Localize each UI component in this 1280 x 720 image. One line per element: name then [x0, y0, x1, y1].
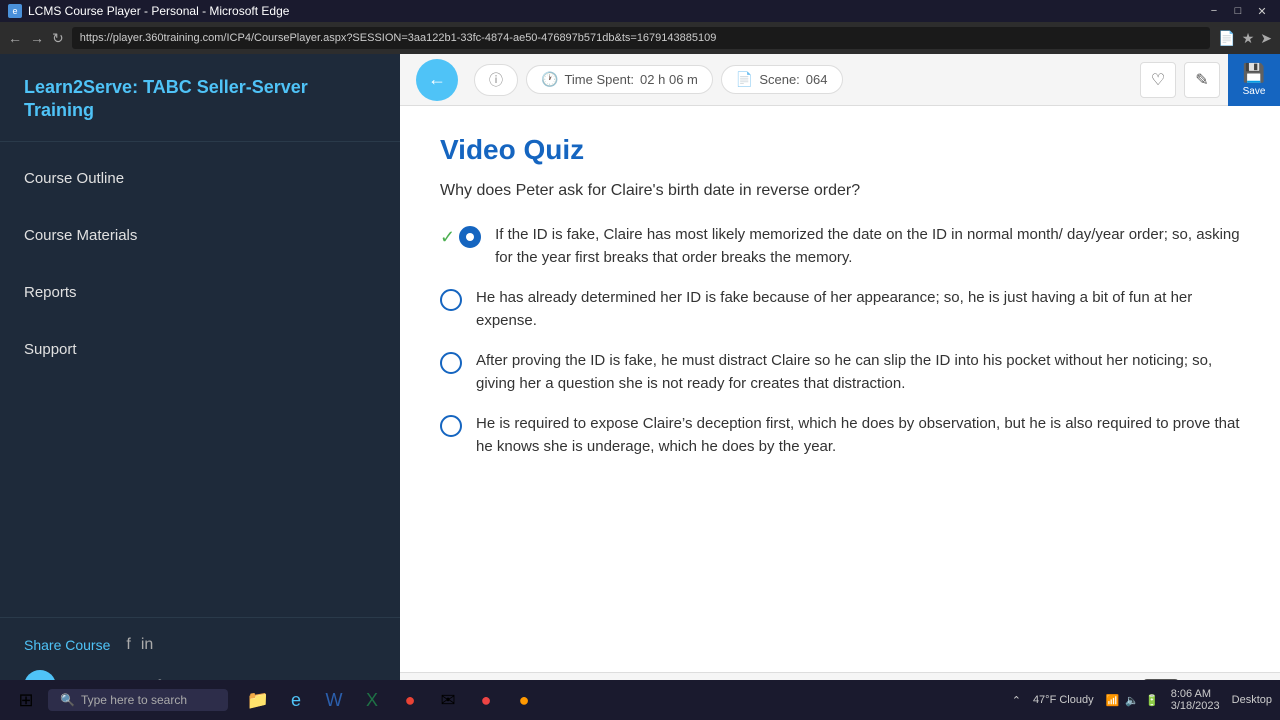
address-bar: ← → ↻ 📄 ★ ➤ — [0, 22, 1280, 54]
sidebar: Learn2Serve: TABC Seller-Server Training… — [0, 54, 400, 720]
quiz-content: Video Quiz Why does Peter ask for Claire… — [400, 106, 1280, 672]
facebook-icon[interactable]: f — [126, 636, 130, 654]
sidebar-item-support[interactable]: Support — [0, 321, 400, 378]
option-2-text: He has already determined her ID is fake… — [476, 287, 1240, 332]
battery-icon: 🔋 — [1145, 694, 1159, 707]
taskbar-edge[interactable]: e — [278, 682, 314, 718]
back-button[interactable]: ← — [416, 59, 458, 101]
option-4-text: He is required to expose Claire’s decept… — [476, 413, 1240, 458]
minimize-btn[interactable]: − — [1204, 4, 1224, 18]
time-spent-badge: 🕐 Time Spent: 02 h 06 m — [526, 65, 713, 94]
sidebar-item-reports[interactable]: Reports — [0, 264, 400, 321]
edit-button[interactable]: ✎ — [1184, 62, 1220, 98]
network-icon: 📶 — [1106, 694, 1120, 707]
taskbar-excel[interactable]: X — [354, 682, 390, 718]
option-3-indicators — [440, 352, 462, 374]
main-content: ← ⓘ 🕐 Time Spent: 02 h 06 m 📄 Scene: 064… — [400, 54, 1280, 720]
time-spent-value: 02 h 06 m — [640, 72, 698, 87]
app-container: Learn2Serve: TABC Seller-Server Training… — [0, 54, 1280, 720]
save-button[interactable]: 💾 Save — [1228, 54, 1280, 106]
radio-btn-3[interactable] — [440, 352, 462, 374]
bookmark-button[interactable]: ♡ — [1140, 62, 1176, 98]
info-badge: ⓘ — [474, 64, 518, 96]
option-2-indicators — [440, 289, 462, 311]
sys-tray: 📶 🔈 🔋 — [1106, 694, 1159, 707]
refresh-icon[interactable]: ↻ — [52, 30, 64, 47]
share-course-section: Share Course f in — [24, 636, 376, 654]
share-course-link[interactable]: Share Course — [24, 637, 110, 653]
taskbar-app6[interactable]: ● — [468, 682, 504, 718]
taskbar-app7[interactable]: ● — [506, 682, 542, 718]
quiz-option-1[interactable]: ✓ If the ID is fake, Claire has most lik… — [440, 224, 1240, 269]
show-desktop[interactable]: Desktop — [1232, 694, 1272, 706]
option-3-text: After proving the ID is fake, he must di… — [476, 350, 1240, 395]
scene-value: 064 — [806, 72, 828, 87]
social-icons: f in — [126, 636, 153, 654]
quiz-option-3[interactable]: After proving the ID is fake, he must di… — [440, 350, 1240, 395]
taskbar-search[interactable]: 🔍 Type here to search — [48, 689, 228, 711]
quiz-question: Why does Peter ask for Claire's birth da… — [440, 182, 1240, 200]
address-input[interactable] — [72, 27, 1211, 49]
start-button[interactable]: ⊞ — [8, 682, 44, 718]
clock-icon: 🕐 — [541, 71, 558, 88]
share-icon[interactable]: ➤ — [1260, 30, 1272, 47]
time-spent-label: Time Spent: — [564, 72, 634, 87]
save-icon: 💾 — [1243, 63, 1265, 84]
scene-icon: 📄 — [736, 71, 753, 88]
scene-badge: 📄 Scene: 064 — [721, 65, 843, 94]
search-icon: 🔍 — [60, 693, 75, 707]
sidebar-nav: Course Outline Course Materials Reports … — [0, 142, 400, 617]
search-placeholder: Type here to search — [81, 693, 187, 707]
address-actions: 📄 ★ ➤ — [1218, 30, 1272, 47]
maximize-btn[interactable]: □ — [1228, 4, 1248, 18]
taskbar-expand[interactable]: ⌃ — [1012, 694, 1021, 707]
option-1-indicators: ✓ — [440, 226, 481, 248]
quiz-title: Video Quiz — [440, 134, 1240, 166]
radio-btn-2[interactable] — [440, 289, 462, 311]
option-1-text: If the ID is fake, Claire has most likel… — [495, 224, 1240, 269]
time: 8:06 AM — [1171, 688, 1220, 700]
taskbar-right: ⌃ 47°F Cloudy 📶 🔈 🔋 8:06 AM 3/18/2023 De… — [1012, 688, 1272, 712]
toolbar: ← ⓘ 🕐 Time Spent: 02 h 06 m 📄 Scene: 064… — [400, 54, 1280, 106]
favorites-icon[interactable]: ★ — [1242, 30, 1255, 47]
date: 3/18/2023 — [1171, 700, 1220, 712]
taskbar-mail[interactable]: ✉ — [430, 682, 466, 718]
browser-icon: e — [8, 4, 22, 18]
radio-btn-4[interactable] — [440, 415, 462, 437]
taskbar-chrome[interactable]: ● — [392, 682, 428, 718]
close-btn[interactable]: ✕ — [1252, 4, 1272, 18]
taskbar-apps: 📁 e W X ● ✉ ● ● — [240, 682, 542, 718]
taskbar-file-explorer[interactable]: 📁 — [240, 682, 276, 718]
taskbar-weather: 47°F Cloudy — [1033, 694, 1094, 706]
forward-nav-icon[interactable]: → — [30, 30, 44, 46]
taskbar: ⊞ 🔍 Type here to search 📁 e W X ● ✉ ● ● … — [0, 680, 1280, 720]
window-title: LCMS Course Player - Personal - Microsof… — [28, 4, 289, 18]
quiz-options: ✓ If the ID is fake, Claire has most lik… — [440, 224, 1240, 458]
window-controls: − □ ✕ — [1204, 4, 1272, 18]
quiz-option-4[interactable]: He is required to expose Claire’s decept… — [440, 413, 1240, 458]
sidebar-item-course-outline[interactable]: Course Outline — [0, 150, 400, 207]
back-nav-icon[interactable]: ← — [8, 30, 22, 46]
correct-check-icon: ✓ — [440, 227, 455, 248]
scene-label: Scene: — [759, 72, 799, 87]
taskbar-word[interactable]: W — [316, 682, 352, 718]
info-icon: ⓘ — [489, 70, 503, 90]
volume-icon: 🔈 — [1125, 694, 1139, 707]
radio-btn-1[interactable] — [459, 226, 481, 248]
linkedin-icon[interactable]: in — [141, 636, 153, 654]
quiz-option-2[interactable]: He has already determined her ID is fake… — [440, 287, 1240, 332]
reader-icon[interactable]: 📄 — [1218, 30, 1235, 47]
clock: 8:06 AM 3/18/2023 — [1171, 688, 1220, 712]
sidebar-item-course-materials[interactable]: Course Materials — [0, 207, 400, 264]
title-bar: e LCMS Course Player - Personal - Micros… — [0, 0, 1280, 22]
option-4-indicators — [440, 415, 462, 437]
course-title: Learn2Serve: TABC Seller-Server Training — [0, 54, 400, 142]
